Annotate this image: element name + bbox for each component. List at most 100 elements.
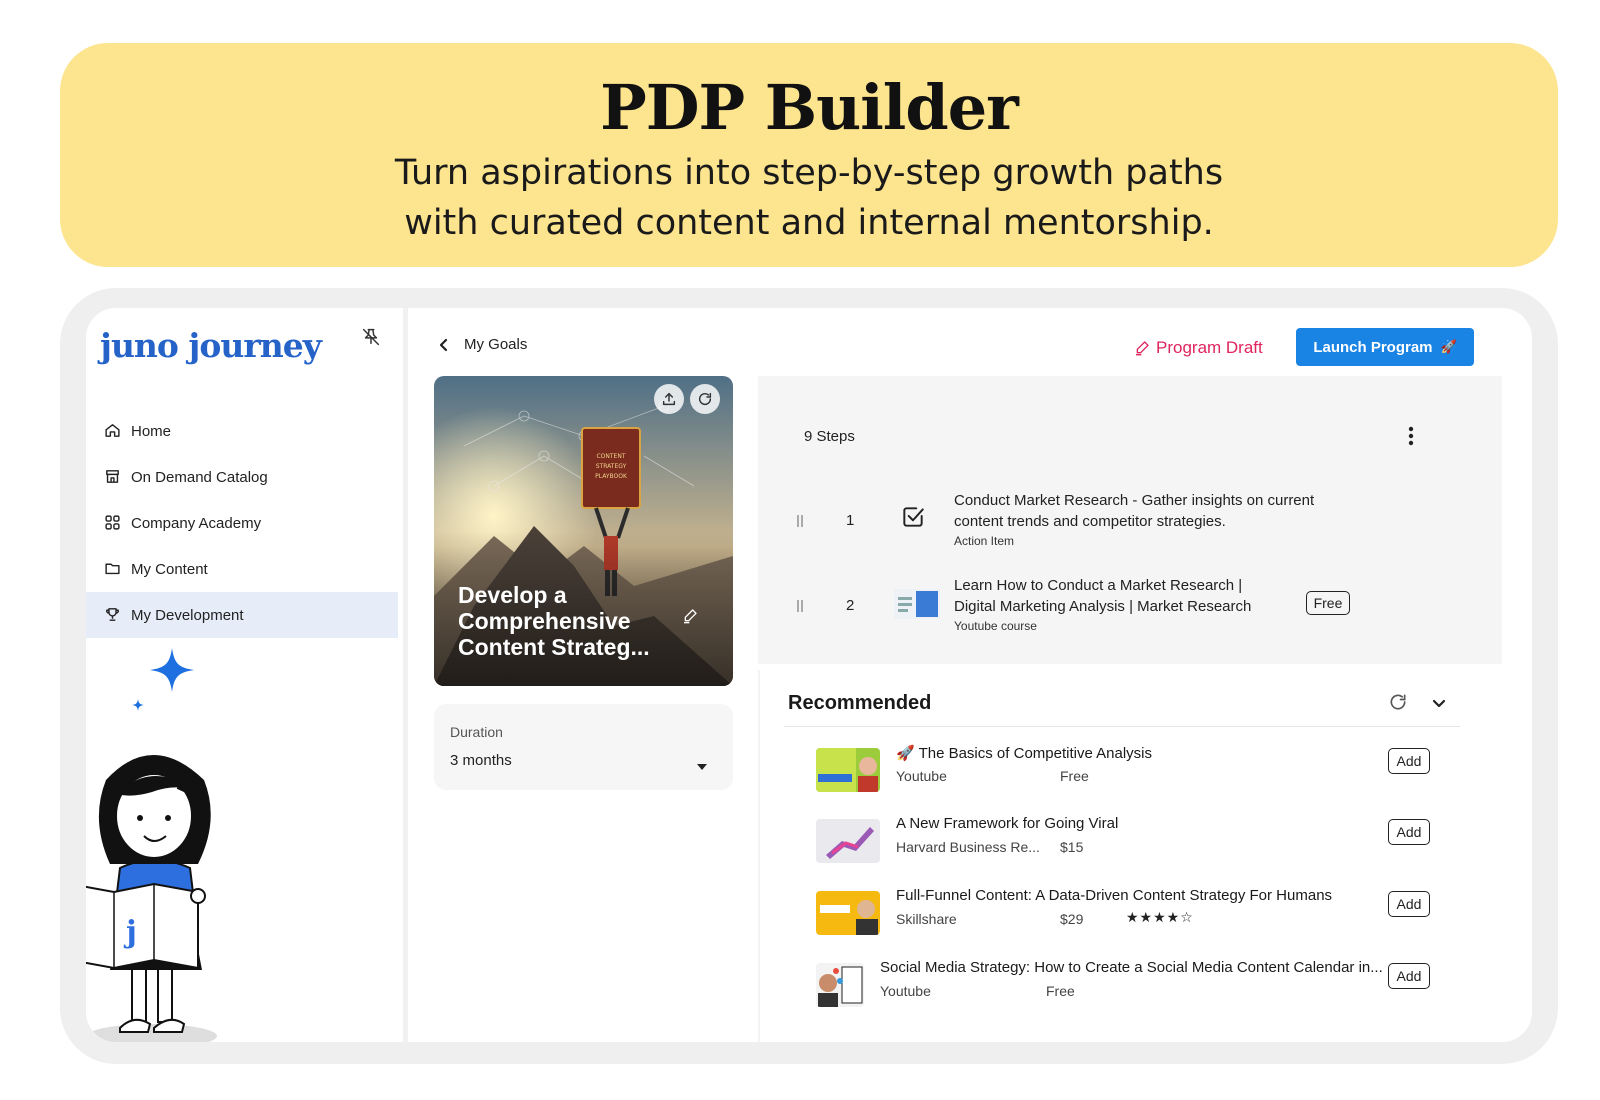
recommended-item[interactable]: 🚀 The Basics of Competitive Analysis You… xyxy=(760,744,1504,804)
recommended-item[interactable]: Full-Funnel Content: A Data-Driven Conte… xyxy=(760,887,1504,947)
brand-logo[interactable]: juno journey xyxy=(100,326,322,365)
recommended-item[interactable]: Social Media Strategy: How to Create a S… xyxy=(760,959,1504,1019)
top-bar: My Goals Program Draft Launch Program 🚀 xyxy=(438,328,1498,368)
content-title: 🚀 The Basics of Competitive Analysis xyxy=(896,745,1153,762)
content-thumbnail xyxy=(816,819,880,863)
launch-label: Launch Program xyxy=(1313,338,1433,356)
sidebar-item-label: On Demand Catalog xyxy=(131,468,268,486)
goal-title-line2: Comprehensive xyxy=(458,608,631,634)
step-row[interactable]: 1 Conduct Market Research - Gather insig… xyxy=(758,490,1502,560)
content-price: $29 xyxy=(1060,911,1084,927)
mascot-illustration: j xyxy=(86,728,272,1042)
hero-title: PDP Builder xyxy=(600,71,1019,144)
sidebar-item-label: My Content xyxy=(131,560,208,578)
sidebar-item-on-demand-catalog[interactable]: On Demand Catalog xyxy=(86,454,398,500)
step-title-line2: Digital Marketing Analysis | Market Rese… xyxy=(954,598,1252,615)
step-title-line2: content trends and competitor strategies… xyxy=(954,513,1226,530)
app-screen: juno journey Home On Demand Catalog Comp… xyxy=(86,308,1532,1042)
draft-label: Program Draft xyxy=(1156,338,1263,357)
content-thumbnail xyxy=(816,748,880,792)
rocket-icon: 🚀 xyxy=(1440,339,1457,354)
step-row[interactable]: 2 Learn How to Conduct a Market Research… xyxy=(758,575,1502,645)
upload-image-button[interactable] xyxy=(654,384,684,414)
content-source: Youtube xyxy=(896,768,947,784)
sidebar-item-my-content[interactable]: My Content xyxy=(86,546,398,592)
add-button[interactable]: Add xyxy=(1388,819,1430,845)
sidebar: juno journey Home On Demand Catalog Comp… xyxy=(86,308,408,1042)
grid-icon xyxy=(104,514,122,532)
sidebar-nav: Home On Demand Catalog Company Academy M… xyxy=(86,408,398,638)
refresh-icon xyxy=(698,392,712,406)
more-options-icon[interactable] xyxy=(1408,426,1414,451)
duration-value: 3 months xyxy=(450,752,512,769)
step-type: Action Item xyxy=(954,534,1015,548)
launch-program-button[interactable]: Launch Program 🚀 xyxy=(1296,328,1474,366)
steps-panel: 9 Steps 1 Conduct Market Research - Gath… xyxy=(758,376,1502,664)
step-title: Conduct Market Research - Gather insight… xyxy=(954,490,1324,532)
sidebar-item-home[interactable]: Home xyxy=(86,408,398,454)
rating-stars: ★★★★☆ xyxy=(1126,909,1194,925)
goal-cover-image[interactable]: CONTENT STRATEGY PLAYBOOK Develop a Comp… xyxy=(434,376,733,686)
goal-title-line1: Develop a xyxy=(458,582,567,608)
home-icon xyxy=(104,422,122,440)
hero-subtitle-line2: with curated content and internal mentor… xyxy=(404,203,1214,243)
content-price: Free xyxy=(1046,983,1075,999)
hero-subtitle-line1: Turn aspirations into step-by-step growt… xyxy=(394,153,1224,193)
regenerate-image-button[interactable] xyxy=(690,384,720,414)
hero-banner: PDP Builder Turn aspirations into step-b… xyxy=(60,43,1558,267)
content-thumbnail xyxy=(816,963,864,1007)
duration-select[interactable]: Duration 3 months xyxy=(434,704,733,790)
content-title: A New Framework for Going Viral xyxy=(896,815,1119,832)
steps-count: 9 Steps xyxy=(804,428,855,445)
step-title-line1: Learn How to Conduct a Market Research | xyxy=(954,577,1243,594)
step-title: Learn How to Conduct a Market Research |… xyxy=(954,575,1324,617)
sidebar-item-label: Company Academy xyxy=(131,514,262,532)
add-button[interactable]: Add xyxy=(1388,748,1430,774)
drag-handle-icon[interactable] xyxy=(796,599,804,618)
refresh-icon[interactable] xyxy=(1388,692,1408,717)
checkbox-icon xyxy=(900,504,926,535)
content-source: Harvard Business Re... xyxy=(896,839,1040,855)
trophy-icon xyxy=(104,606,122,624)
edit-title-icon[interactable] xyxy=(682,608,698,629)
content-source: Skillshare xyxy=(896,911,957,927)
content-source: Youtube xyxy=(880,983,931,999)
sidebar-item-my-development[interactable]: My Development xyxy=(86,592,398,638)
content-title: Social Media Strategy: How to Create a S… xyxy=(880,959,1383,976)
duration-label: Duration xyxy=(450,724,503,740)
sidebar-item-company-academy[interactable]: Company Academy xyxy=(86,500,398,546)
store-icon xyxy=(104,468,122,486)
back-to-goals-link[interactable]: My Goals xyxy=(438,336,527,353)
chevron-down-icon[interactable] xyxy=(1432,696,1446,714)
hero-subtitle: Turn aspirations into step-by-step growt… xyxy=(60,148,1558,248)
content-title: Full-Funnel Content: A Data-Driven Conte… xyxy=(896,887,1333,904)
chevron-left-icon xyxy=(439,338,448,351)
step-title-line1: Conduct Market Research - Gather insight… xyxy=(954,492,1315,509)
content-price: $15 xyxy=(1060,839,1084,855)
recommended-panel: Recommended 🚀 The Basics of Competitive … xyxy=(758,670,1502,1042)
sidebar-item-label: My Development xyxy=(131,606,244,624)
add-button[interactable]: Add xyxy=(1388,963,1430,989)
step-type: Youtube course xyxy=(954,619,1037,633)
drag-handle-icon[interactable] xyxy=(796,514,804,533)
recommended-heading: Recommended xyxy=(788,692,932,714)
add-button[interactable]: Add xyxy=(1388,891,1430,917)
svg-text:j: j xyxy=(123,915,137,950)
price-badge: Free xyxy=(1306,591,1350,615)
program-draft-status[interactable]: Program Draft xyxy=(1134,338,1263,358)
recommended-item[interactable]: A New Framework for Going Viral Harvard … xyxy=(760,815,1504,875)
sparkle-icon xyxy=(150,648,194,697)
step-number: 1 xyxy=(846,512,855,529)
back-label: My Goals xyxy=(464,336,528,353)
sparkle-small-icon xyxy=(132,698,144,716)
upload-icon xyxy=(662,392,676,406)
caret-down-icon xyxy=(696,758,708,776)
folder-icon xyxy=(104,560,122,578)
pencil-icon xyxy=(1136,341,1149,356)
goal-title: Develop a Comprehensive Content Strateg.… xyxy=(458,582,688,660)
step-number: 2 xyxy=(846,597,855,614)
sidebar-item-label: Home xyxy=(131,422,172,440)
divider xyxy=(784,726,1460,727)
unpin-icon[interactable] xyxy=(360,326,384,350)
content-thumbnail xyxy=(816,891,880,935)
